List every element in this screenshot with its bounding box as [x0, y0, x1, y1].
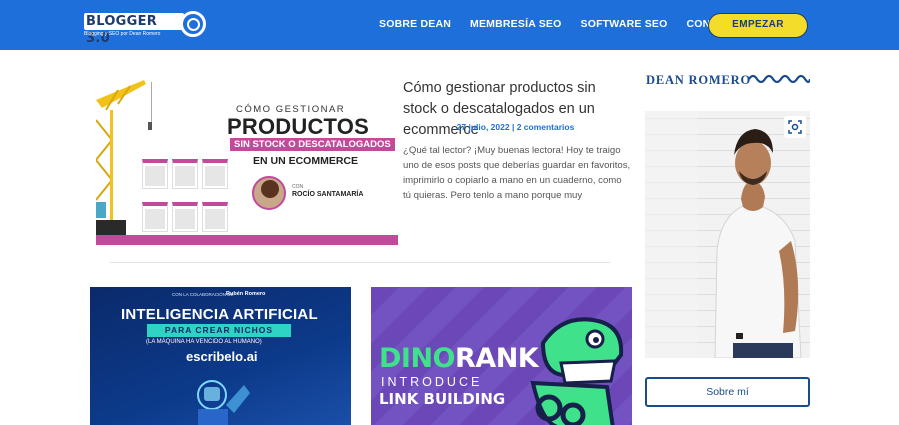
product-card-thumb — [172, 202, 198, 232]
site-logo[interactable]: BLOGGER 3.0 Blogging y SEO por Dean Rome… — [84, 11, 210, 46]
logo-tagline: Blogging y SEO por Dean Romero — [84, 31, 161, 37]
card-collab-brand: Rubén Romero — [226, 291, 266, 297]
top-navigation-bar: BLOGGER 3.0 Blogging y SEO por Dean Rome… — [0, 0, 899, 50]
collab-label: CON — [292, 184, 304, 190]
robot-illustration — [197, 380, 250, 425]
section-divider — [110, 262, 610, 263]
logo-text: BLOGGER 3.0 — [84, 13, 184, 46]
card-intro-text: INTRODUCE — [381, 375, 483, 389]
dinorank-wordmark: DINORANK — [379, 343, 539, 374]
image-heading-big: PRODUCTOS — [227, 114, 369, 139]
wordmark-dino: DINO — [379, 343, 456, 374]
card-link-building: LINK BUILDING — [379, 390, 506, 408]
sobre-mi-button[interactable]: Sobre mí — [645, 377, 810, 407]
nav-software-seo[interactable]: SOFTWARE SEO — [581, 18, 668, 30]
collab-author: ROCÍO SANTAMARÍA — [292, 191, 364, 198]
product-card-thumb — [142, 202, 168, 232]
image-heading-sub: EN UN ECOMMERCE — [253, 155, 359, 167]
author-portrait-illustration — [645, 111, 802, 358]
product-card-thumb — [172, 159, 198, 189]
card-collab-note: CON LA COLABORACIÓN DE — [172, 292, 234, 297]
product-card-thumb — [142, 159, 168, 189]
wordmark-rank: RANK — [455, 343, 539, 374]
card-headline: INTELIGENCIA ARTIFICIAL — [121, 306, 318, 323]
author-avatar — [252, 176, 286, 210]
post-card-ia[interactable]: CON LA COLABORACIÓN DE Rubén Romero INTE… — [90, 287, 351, 425]
card-note: (LA MÁQUINA HA VENCIDO AL HUMANO) — [146, 339, 262, 345]
wave-decoration — [748, 74, 810, 84]
empezar-button[interactable]: EMPEZAR — [708, 13, 808, 38]
featured-post-image[interactable]: CÓMO GESTIONAR PRODUCTOS SIN STOCK O DES… — [96, 80, 398, 245]
card-brand: escribelo.ai — [186, 349, 258, 364]
card-subline: PARA CREAR NICHOS — [147, 324, 291, 337]
product-card-thumb — [202, 202, 228, 232]
post-excerpt: ¿Qué tal lector? ¡Muy buenas lectora! Ho… — [403, 145, 631, 201]
search-icon — [180, 11, 206, 37]
post-meta[interactable]: 27 julio, 2022 | 2 comentarios — [403, 122, 628, 132]
sidebar-title: DEAN ROMERO — [646, 73, 751, 87]
image-heading-highlight: SIN STOCK O DESCATALOGADOS — [230, 138, 395, 151]
product-card-thumb — [202, 159, 228, 189]
post-card-dinorank[interactable]: DINORANK INTRODUCE LINK BUILDING — [371, 287, 632, 425]
expand-icon[interactable] — [784, 116, 806, 138]
nav-membresia-seo[interactable]: MEMBRESÍA SEO — [470, 18, 561, 30]
nav-sobre-dean[interactable]: SOBRE DEAN — [379, 18, 451, 30]
author-photo[interactable] — [645, 111, 810, 358]
